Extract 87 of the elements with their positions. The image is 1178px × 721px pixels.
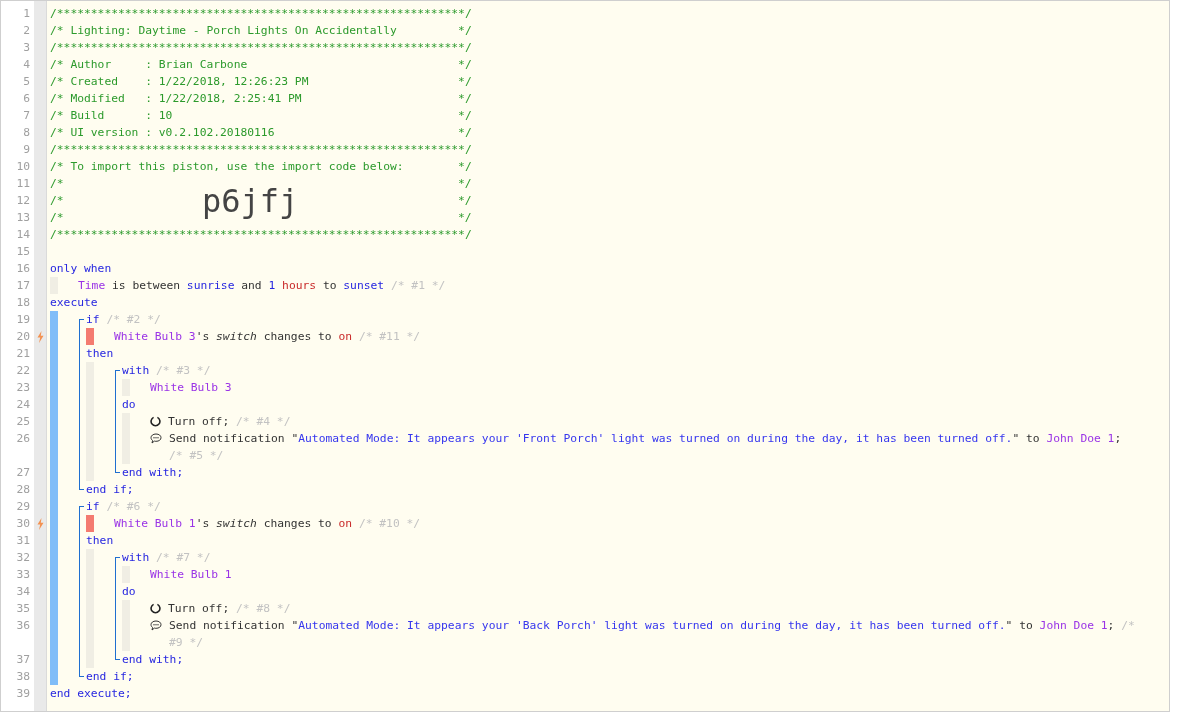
code-line: White Bulb 1 bbox=[150, 567, 233, 583]
code-line: execute bbox=[50, 295, 99, 311]
line-number: 32 bbox=[15, 550, 31, 566]
line-number: 19 bbox=[15, 312, 31, 328]
code-line: end if; bbox=[86, 669, 135, 685]
line-number: 13 bbox=[15, 210, 31, 226]
line-number: 3 bbox=[22, 40, 31, 56]
code-line: end if; bbox=[86, 482, 135, 498]
code-line: then bbox=[86, 346, 115, 362]
line-number: 24 bbox=[15, 397, 31, 413]
line-number: 9 bbox=[22, 142, 31, 158]
power-icon bbox=[150, 603, 161, 614]
comment-end: */ bbox=[458, 176, 472, 192]
code-line: Turn off; /* #8 */ bbox=[168, 601, 292, 617]
line-number: 14 bbox=[15, 227, 31, 243]
code-line: if /* #2 */ bbox=[86, 312, 162, 328]
line-number: 15 bbox=[15, 244, 31, 260]
line-number: 18 bbox=[15, 295, 31, 311]
comment-line: /************************************************************/ bbox=[50, 40, 472, 56]
line-number: 28 bbox=[15, 482, 31, 498]
code-line: then bbox=[86, 533, 115, 549]
code-line: Turn off; /* #4 */ bbox=[168, 414, 292, 430]
comment-start: /* bbox=[50, 176, 64, 192]
line-number: 20 bbox=[15, 329, 31, 345]
comment-start: /* bbox=[50, 210, 64, 226]
code-line: end execute; bbox=[50, 686, 133, 702]
line-number: 39 bbox=[15, 686, 31, 702]
comment-line: /* Author : Brian Carbone */ bbox=[50, 57, 472, 73]
comment-line: /* UI version : v0.2.102.20180116 */ bbox=[50, 125, 472, 141]
code-line: with /* #7 */ bbox=[122, 550, 212, 566]
comment-line: /************************************************************/ bbox=[50, 6, 472, 22]
code-line: end with; bbox=[122, 465, 185, 481]
code-line: do bbox=[122, 397, 137, 413]
lightning-icon bbox=[36, 518, 44, 530]
line-number: 6 bbox=[22, 91, 31, 107]
import-code: p6jfj bbox=[202, 183, 299, 218]
comment-end: */ bbox=[458, 210, 472, 226]
code-line: end with; bbox=[122, 652, 185, 668]
line-number: 12 bbox=[15, 193, 31, 209]
line-number: 27 bbox=[15, 465, 31, 481]
line-number: 22 bbox=[15, 363, 31, 379]
line-number: 36 bbox=[15, 618, 31, 634]
code-line: Send notification "Automated Mode: It appears your 'Front Porch' light was turned on during the day, it has been turned off." to John Doe 1; /* #5 */ bbox=[169, 431, 1123, 464]
code-line: only when bbox=[50, 261, 113, 277]
speech-bubble-icon bbox=[150, 620, 162, 631]
code-line: do bbox=[122, 584, 137, 600]
line-number: 35 bbox=[15, 601, 31, 617]
line-number: 10 bbox=[15, 159, 31, 175]
line-number: 16 bbox=[15, 261, 31, 277]
line-number: 26 bbox=[15, 431, 31, 447]
comment-line: /* Build : 10 */ bbox=[50, 108, 472, 124]
comment-end: */ bbox=[458, 193, 472, 209]
line-number: 17 bbox=[15, 278, 31, 294]
line-number: 4 bbox=[22, 57, 31, 73]
comment-line: /* Created : 1/22/2018, 12:26:23 PM */ bbox=[50, 74, 472, 90]
code-line: White Bulb 3 bbox=[150, 380, 233, 396]
code-line: Time is between sunrise and 1 hours to sunset /* #1 */ bbox=[78, 278, 447, 294]
line-number: 23 bbox=[15, 380, 31, 396]
line-number: 29 bbox=[15, 499, 31, 515]
line-number: 21 bbox=[15, 346, 31, 362]
line-number: 11 bbox=[15, 176, 31, 192]
code-line: White Bulb 3's switch changes to on /* #11 */ bbox=[114, 329, 422, 345]
line-number: 34 bbox=[15, 584, 31, 600]
code-line: if /* #6 */ bbox=[86, 499, 162, 515]
comment-line: /* Lighting: Daytime - Porch Lights On Accidentally */ bbox=[50, 23, 472, 39]
line-number: 8 bbox=[22, 125, 31, 141]
comment-line: /* To import this piston, use the import code below: */ bbox=[50, 159, 472, 175]
line-number: 25 bbox=[15, 414, 31, 430]
speech-bubble-icon bbox=[150, 433, 162, 444]
comment-start: /* bbox=[50, 193, 64, 209]
line-number: 37 bbox=[15, 652, 31, 668]
line-number: 38 bbox=[15, 669, 31, 685]
code-line: with /* #3 */ bbox=[122, 363, 212, 379]
code-line: Send notification "Automated Mode: It appears your 'Back Porch' light was turned on during the day, it has been turned off." to John Doe 1; /* #9 */ bbox=[169, 618, 1135, 651]
comment-line: /************************************************************/ bbox=[50, 227, 472, 243]
line-number: 2 bbox=[22, 23, 31, 39]
line-number: 1 bbox=[22, 6, 31, 22]
power-icon bbox=[150, 416, 161, 427]
code-line: White Bulb 1's switch changes to on /* #10 */ bbox=[114, 516, 422, 532]
line-number: 7 bbox=[22, 108, 31, 124]
comment-line: /* Modified : 1/22/2018, 2:25:41 PM */ bbox=[50, 91, 472, 107]
line-number: 5 bbox=[22, 74, 31, 90]
comment-line: /************************************************************/ bbox=[50, 142, 472, 158]
line-number: 31 bbox=[15, 533, 31, 549]
line-number: 30 bbox=[15, 516, 31, 532]
lightning-icon bbox=[36, 331, 44, 343]
line-number: 33 bbox=[15, 567, 31, 583]
